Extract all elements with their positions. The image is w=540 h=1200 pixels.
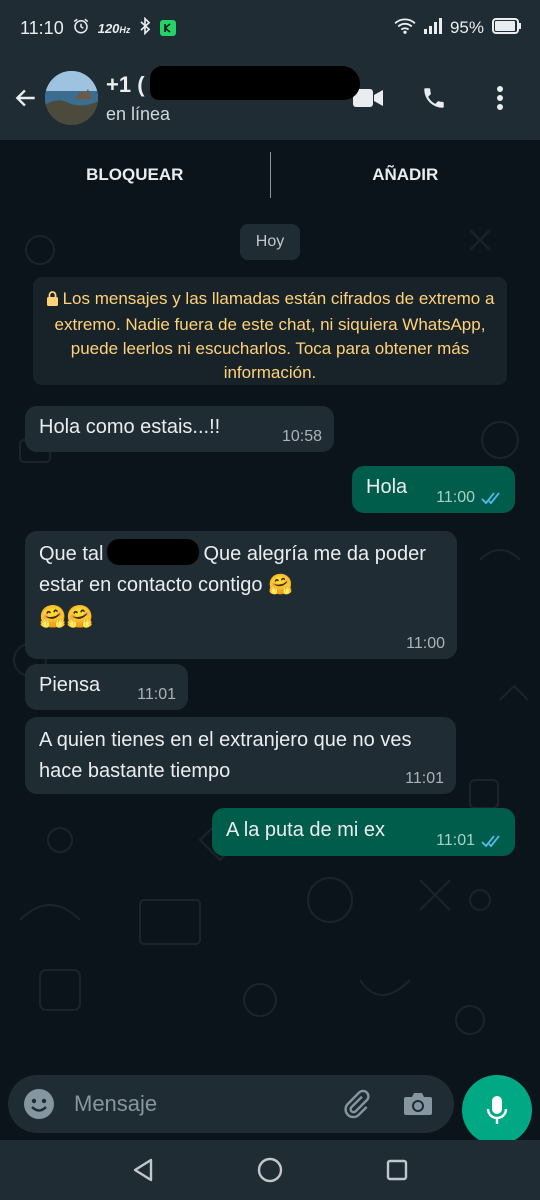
avatar[interactable]	[45, 71, 98, 125]
message-emoji: 🤗🤗	[39, 604, 94, 629]
message-input-pill[interactable]: Mensaje	[8, 1075, 454, 1133]
message-outgoing[interactable]: A la puta de mi ex 11:01	[212, 808, 515, 856]
camera-icon	[404, 1093, 432, 1115]
read-ticks-icon	[481, 835, 500, 848]
signal-icon	[423, 17, 442, 39]
message-incoming[interactable]: A quien tienes en el extranjero que no v…	[25, 717, 456, 794]
redaction-mark	[107, 539, 200, 565]
app-notification-icon	[160, 20, 177, 36]
battery-level: 95%	[449, 18, 484, 37]
message-time: 11:01	[137, 686, 176, 703]
message-time: 10:58	[281, 428, 322, 445]
message-incoming[interactable]: Piensa 11:01	[25, 664, 188, 710]
emoji-icon	[24, 1089, 54, 1119]
nav-back-button[interactable]	[123, 1150, 163, 1190]
chat-area[interactable]: BLOQUEAR AÑADIR Hoy Los mensajes y las l…	[0, 140, 540, 1062]
chat-header: +1 ( en línea	[0, 56, 540, 140]
add-contact-button[interactable]: AÑADIR	[271, 165, 540, 185]
back-button[interactable]	[6, 78, 45, 118]
message-time: 11:00	[436, 489, 475, 506]
status-bar: 11:10 120Hz 95%	[0, 0, 540, 56]
more-options-button[interactable]	[478, 76, 522, 120]
lock-icon	[46, 289, 59, 313]
encryption-notice[interactable]: Los mensajes y las llamadas están cifrad…	[33, 277, 507, 385]
message-time: 11:01	[405, 770, 444, 787]
contact-info[interactable]: +1 ( en línea	[106, 65, 360, 125]
message-composer: Mensaje	[0, 1062, 540, 1145]
encryption-text: Los mensajes y las llamadas están cifrad…	[54, 289, 495, 382]
block-button[interactable]: BLOQUEAR	[0, 165, 270, 185]
message-text: Piensa	[39, 674, 101, 696]
message-incoming[interactable]: Que tal Que alegría me da poder estar en …	[25, 531, 457, 659]
square-recents-icon	[386, 1159, 407, 1181]
alarm-icon	[72, 17, 90, 40]
back-arrow-icon	[15, 89, 35, 107]
date-chip: Hoy	[240, 224, 300, 260]
voice-call-button[interactable]	[412, 76, 456, 120]
more-vert-icon	[497, 86, 503, 110]
bluetooth-icon	[138, 16, 152, 40]
message-input[interactable]: Mensaje	[74, 1091, 336, 1117]
message-text: A quien tienes en el extranjero que no v…	[39, 729, 412, 782]
paperclip-icon	[344, 1089, 370, 1119]
message-text: Hola	[366, 476, 408, 498]
refresh-rate: 120Hz	[97, 20, 131, 36]
message-incoming[interactable]: Hola como estais...!! 10:58	[25, 406, 334, 452]
nav-recents-button[interactable]	[377, 1150, 417, 1190]
wifi-icon	[394, 17, 416, 40]
system-nav-bar	[0, 1140, 540, 1200]
message-time: 11:01	[436, 832, 475, 849]
read-ticks-icon	[481, 492, 500, 505]
attach-button[interactable]	[336, 1084, 376, 1124]
microphone-icon	[486, 1096, 508, 1124]
redaction-mark	[150, 65, 360, 100]
circle-home-icon	[257, 1157, 283, 1183]
emoji-button[interactable]	[22, 1087, 56, 1121]
phone-icon	[424, 88, 444, 108]
voice-record-button[interactable]	[462, 1075, 532, 1145]
triangle-back-icon	[134, 1158, 153, 1182]
block-add-bar: BLOQUEAR AÑADIR	[0, 140, 540, 210]
message-time: 11:00	[406, 635, 445, 652]
message-text: A la puta de mi ex	[226, 819, 385, 841]
battery-icon	[492, 17, 522, 39]
contact-status: en línea	[106, 103, 171, 124]
status-time: 11:10	[20, 17, 64, 38]
camera-button[interactable]	[398, 1084, 438, 1124]
nav-home-button[interactable]	[250, 1150, 290, 1190]
contact-name: +1 (	[106, 71, 145, 97]
message-text: Hola como estais...!!	[39, 416, 221, 438]
message-outgoing[interactable]: Hola 11:00	[352, 466, 515, 513]
message-text: Que tal	[39, 543, 104, 565]
